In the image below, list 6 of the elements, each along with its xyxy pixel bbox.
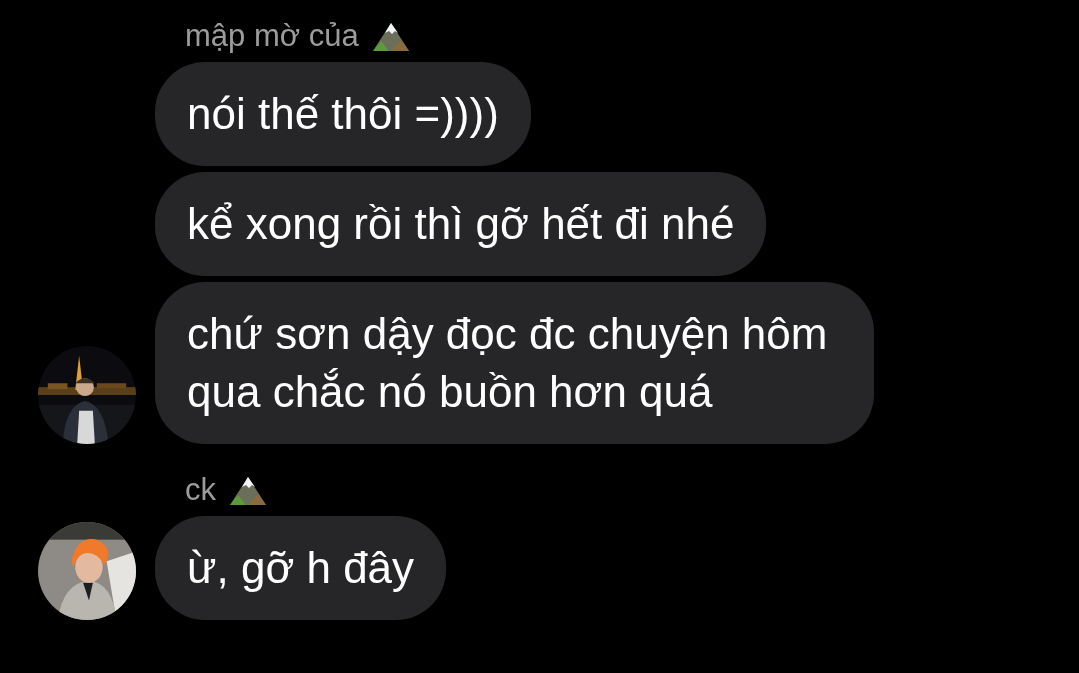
sender-name: ck: [185, 472, 216, 508]
message-bubble: chứ sơn dậy đọc đc chuyện hôm qua chắc nó buồn hơn quá: [155, 282, 874, 444]
message-bubble: nói thế thôi =)))): [155, 62, 531, 166]
message-bubble: ừ, gỡ h đây: [155, 516, 447, 620]
sender-name: mập mờ của: [185, 18, 359, 54]
message-bubble: kể xong rồi thì gỡ hết đi nhé: [155, 172, 767, 276]
